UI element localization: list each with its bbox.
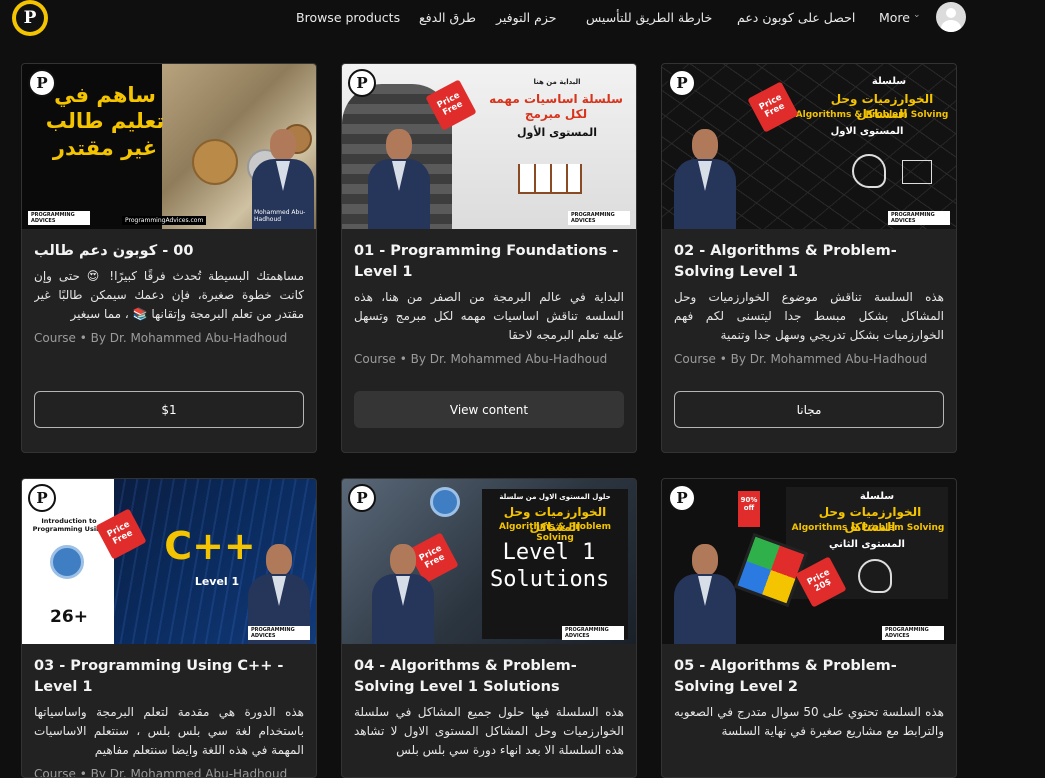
course-title[interactable]: 01 - Programming Foundations - Level 1 xyxy=(354,241,624,283)
course-description: هذه الدورة هي مقدمة لتعلم البرمجة واساسي… xyxy=(34,705,304,757)
thumbnail-years: 26+ xyxy=(50,607,88,627)
chevron-down-icon: ⌄ xyxy=(913,10,921,20)
programming-advices-badge-icon: P xyxy=(28,69,56,97)
course-description: مساهمتك البسيطة تُحدث فرقًا كبيرًا! 😍 حت… xyxy=(34,269,304,321)
nav-browse-label: Browse products xyxy=(296,9,401,25)
thumbnail-kicker: سلسلة xyxy=(871,76,907,87)
course-description: هذه السلسة تحتوي على 50 سوال متدرج في ال… xyxy=(674,705,944,738)
bricks-icon xyxy=(518,164,582,194)
course-card[interactable]: Introduction to Programming Using 26+ C+… xyxy=(21,478,317,778)
course-title[interactable]: 00 - كوبون دعم طالب xyxy=(34,241,304,262)
thumbnail-title: ساهم في تعليم طالب غير مقتدر xyxy=(45,83,165,160)
programming-advices-logo-icon: PROGRAMMING ADVICES xyxy=(888,211,950,225)
course-description: البداية في عالم البرمجة من الصفر من هنا،… xyxy=(354,290,624,342)
brain-head-icon xyxy=(858,559,892,593)
nav-coupon-label: احصل على كوبون دعم xyxy=(737,9,856,25)
programming-advices-badge-icon: P xyxy=(668,484,696,512)
thumbnail-site: ProgrammingAdvices.com xyxy=(122,216,207,225)
instructor-photo xyxy=(670,544,740,644)
course-thumbnail[interactable]: حلول المستوى الاول من سلسلة الخوارزميات … xyxy=(342,479,636,644)
nav-roadmap-label: خارطة الطريق للتأسيس xyxy=(586,9,713,25)
thumbnail-subtitle: المستوى الأول xyxy=(516,126,598,139)
course-thumbnail[interactable]: Introduction to Programming Using 26+ C+… xyxy=(22,479,316,644)
thumbnail-subtitle: المستوى الثاني xyxy=(829,539,905,550)
course-description: هذه السلسة تناقش موضوع الخوارزميات وحل ا… xyxy=(674,290,944,342)
course-title[interactable]: 05 - Algorithms & Problem-Solving Level … xyxy=(674,656,944,698)
price-button[interactable]: $1 xyxy=(34,391,304,428)
programming-advices-logo-icon: PROGRAMMING ADVICES xyxy=(568,211,630,225)
thumbnail-subtitle: Level 1 Solutions xyxy=(490,540,610,592)
cpp-logo-icon xyxy=(430,487,460,517)
thumbnail-english: Algorithms & Problem Solving xyxy=(795,110,949,120)
cpp-logo-icon xyxy=(50,545,84,579)
nav-browse-products[interactable]: Browse products xyxy=(296,0,400,34)
course-thumbnail[interactable]: ساهم في تعليم طالب غير مقتدر P PROGRAMMI… xyxy=(22,64,316,229)
instructor-photo xyxy=(670,129,740,229)
free-button[interactable]: مجانا xyxy=(674,391,944,428)
thumbnail-subtitle: Level 1 xyxy=(194,575,240,588)
course-card[interactable]: سلسلة الخوارزميات وحل المشاكل Algorithms… xyxy=(661,478,957,778)
brain-head-icon xyxy=(852,154,886,188)
nav-bundles[interactable]: حزم التوفير xyxy=(496,0,557,34)
course-title[interactable]: 02 - Algorithms & Problem-Solving Level … xyxy=(674,241,944,283)
programming-advices-logo-icon: PROGRAMMING ADVICES xyxy=(248,626,310,640)
programming-advices-badge-icon: P xyxy=(348,69,376,97)
programming-advices-badge-icon: P xyxy=(668,69,696,97)
instructor-photo xyxy=(364,129,434,229)
course-thumbnail[interactable]: سلسلة الخوارزميات وحل المشاكل Algorithms… xyxy=(662,479,956,644)
top-navigation: P Browse products طرق الدفع حزم التوفير … xyxy=(0,0,1045,36)
programming-advices-logo-icon: PROGRAMMING ADVICES xyxy=(28,211,90,225)
programming-advices-logo-icon: PROGRAMMING ADVICES xyxy=(562,626,624,640)
nav-payment-methods[interactable]: طرق الدفع xyxy=(419,0,476,34)
thumbnail-subtitle: المستوى الاول xyxy=(830,126,904,137)
thumbnail-title: سلسلة اساسيات مهمه لكل مبرمج xyxy=(489,92,623,121)
nav-get-coupon[interactable]: احصل على كوبون دعم xyxy=(737,0,855,34)
logo-icon[interactable]: P xyxy=(12,0,48,36)
course-title[interactable]: 04 - Algorithms & Problem-Solving Level … xyxy=(354,656,624,698)
course-thumbnail[interactable]: البداية من هنا سلسلة اساسيات مهمه لكل مب… xyxy=(342,64,636,229)
discount-tag: 90% off xyxy=(738,491,760,527)
course-card[interactable]: البداية من هنا سلسلة اساسيات مهمه لكل مب… xyxy=(341,63,637,453)
nav-bundles-label: حزم التوفير xyxy=(496,9,557,25)
course-thumbnail[interactable]: سلسلة الخوارزميات وحل المشاكل Algorithms… xyxy=(662,64,956,229)
thumbnail-name: Mohammed Abu-Hadhoud xyxy=(254,209,306,223)
nav-more-menu[interactable]: More ⌄ xyxy=(879,0,921,34)
programming-advices-badge-icon: P xyxy=(348,484,376,512)
course-description: هذه السلسلة فيها حلول جميع المشاكل في سل… xyxy=(354,705,624,757)
thumbnail-english: Algorithms & Problem Solving xyxy=(791,523,945,533)
nav-more-label: More xyxy=(879,9,910,25)
course-card[interactable]: سلسلة الخوارزميات وحل المشاكل Algorithms… xyxy=(661,63,957,453)
thumbnail-kicker: حلول المستوى الاول من سلسلة xyxy=(499,493,611,501)
course-meta: Course • By Dr. Mohammed Abu-Hadhoud xyxy=(34,331,288,345)
course-card[interactable]: حلول المستوى الاول من سلسلة الخوارزميات … xyxy=(341,478,637,778)
nav-payment-label: طرق الدفع xyxy=(419,9,476,25)
thumbnail-kicker: البداية من هنا xyxy=(533,78,581,86)
instructor-photo xyxy=(368,544,438,644)
course-card[interactable]: ساهم في تعليم طالب غير مقتدر P PROGRAMMI… xyxy=(21,63,317,453)
course-title[interactable]: 03 - Programming Using C++ - Level 1 xyxy=(34,656,304,698)
flowchart-icon xyxy=(902,160,932,184)
programming-advices-logo-icon: PROGRAMMING ADVICES xyxy=(882,626,944,640)
course-meta: Course • By Dr. Mohammed Abu-Hadhoud xyxy=(34,767,288,778)
programming-advices-badge-icon: P xyxy=(28,484,56,512)
user-avatar-icon[interactable] xyxy=(936,2,966,32)
course-meta: Course • By Dr. Mohammed Abu-Hadhoud xyxy=(674,352,928,366)
logo-letter: P xyxy=(16,4,44,32)
course-meta: Course • By Dr. Mohammed Abu-Hadhoud xyxy=(354,352,608,366)
view-content-button[interactable]: View content xyxy=(354,391,624,428)
nav-roadmap[interactable]: خارطة الطريق للتأسيس xyxy=(586,0,712,34)
thumbnail-kicker: سلسلة xyxy=(859,491,895,502)
